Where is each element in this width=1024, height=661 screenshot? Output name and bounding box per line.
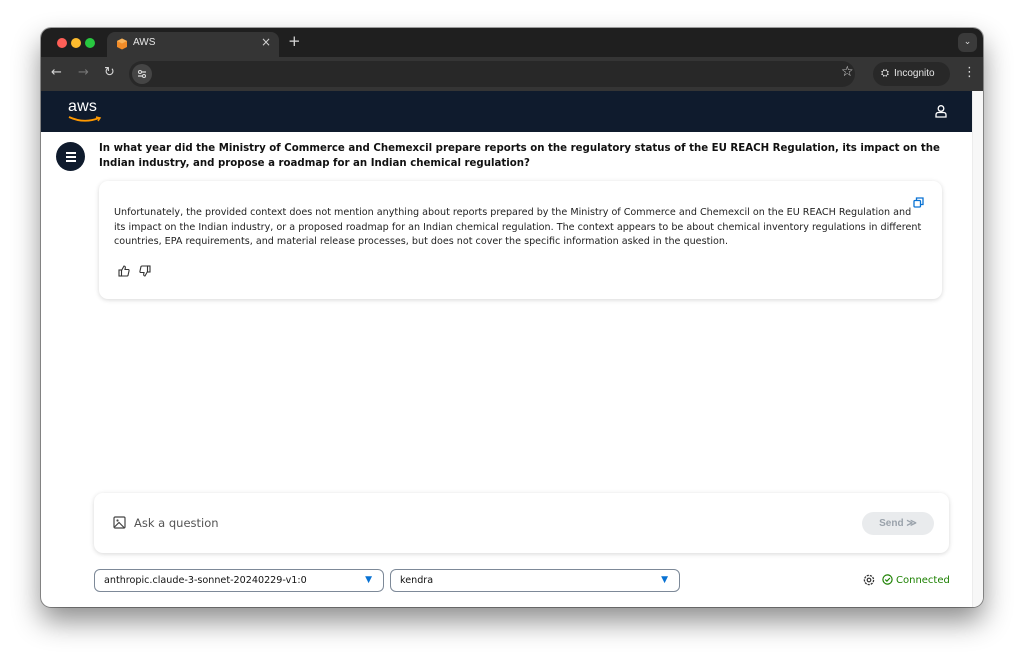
image-upload-icon[interactable] bbox=[113, 516, 126, 529]
back-arrow-icon[interactable]: ← bbox=[51, 65, 62, 80]
aws-logo: aws bbox=[68, 98, 98, 115]
incognito-label: Incognito bbox=[894, 68, 935, 79]
new-tab-button[interactable]: + bbox=[288, 32, 301, 50]
settings-gear-icon[interactable] bbox=[863, 574, 875, 586]
answer-text: Unfortunately, the provided context does… bbox=[114, 207, 922, 248]
caret-down-icon: ▼ bbox=[365, 575, 372, 585]
tab-aws[interactable]: AWS × bbox=[107, 32, 279, 57]
forward-arrow-icon[interactable]: → bbox=[78, 65, 89, 80]
browser-toolbar: ← → ↻ ☆ ⛭ Incognito ⋮ bbox=[41, 57, 983, 91]
hamburger-line bbox=[66, 160, 76, 162]
reload-icon[interactable]: ↻ bbox=[104, 65, 115, 80]
thumbs-up-icon[interactable] bbox=[118, 265, 130, 277]
tab-search-icon[interactable]: ⌄ bbox=[958, 33, 977, 52]
answer-card: Unfortunately, the provided context does… bbox=[99, 181, 942, 299]
thumbs-down-icon[interactable] bbox=[139, 265, 151, 277]
incognito-icon: ⛭ bbox=[881, 68, 889, 79]
minimize-window-button[interactable] bbox=[71, 38, 81, 48]
check-circle-icon bbox=[882, 574, 893, 585]
site-settings-icon[interactable] bbox=[132, 64, 152, 84]
knowledge-base-select[interactable]: kendra ▼ bbox=[390, 569, 680, 592]
model-select-value: anthropic.claude-3-sonnet-20240229-v1:0 bbox=[104, 575, 307, 586]
user-profile-icon[interactable] bbox=[934, 104, 948, 118]
caret-down-icon: ▼ bbox=[661, 575, 668, 585]
incognito-badge[interactable]: ⛭ Incognito bbox=[873, 62, 950, 86]
maximize-window-button[interactable] bbox=[85, 38, 95, 48]
user-question: In what year did the Ministry of Commerc… bbox=[99, 143, 940, 169]
app-header: aws bbox=[41, 91, 972, 132]
model-select[interactable]: anthropic.claude-3-sonnet-20240229-v1:0 … bbox=[94, 569, 384, 592]
connection-status: Connected bbox=[882, 574, 950, 587]
menu-button[interactable] bbox=[56, 142, 85, 171]
address-bar[interactable] bbox=[129, 61, 855, 87]
kebab-menu-icon[interactable]: ⋮ bbox=[963, 65, 976, 80]
tab-title: AWS bbox=[133, 37, 156, 48]
hamburger-line bbox=[66, 152, 76, 154]
question-input[interactable] bbox=[134, 513, 854, 533]
scrollbar[interactable] bbox=[972, 91, 983, 607]
aws-favicon-icon bbox=[117, 38, 127, 50]
aws-smile-icon bbox=[68, 116, 102, 122]
knowledge-base-select-value: kendra bbox=[400, 575, 434, 586]
close-window-button[interactable] bbox=[57, 38, 67, 48]
browser-window: AWS × + ⌄ ← → ↻ ☆ ⛭ Incognito ⋮ aws In w… bbox=[41, 28, 983, 607]
hamburger-line bbox=[66, 156, 76, 158]
bookmark-star-icon[interactable]: ☆ bbox=[841, 64, 854, 80]
tab-close-icon[interactable]: × bbox=[261, 35, 271, 49]
send-button[interactable]: Send ≫ bbox=[862, 512, 934, 535]
tab-strip: AWS × + ⌄ bbox=[41, 28, 983, 57]
connection-status-label: Connected bbox=[896, 575, 950, 586]
prompt-input-card: Send ≫ bbox=[94, 493, 949, 553]
